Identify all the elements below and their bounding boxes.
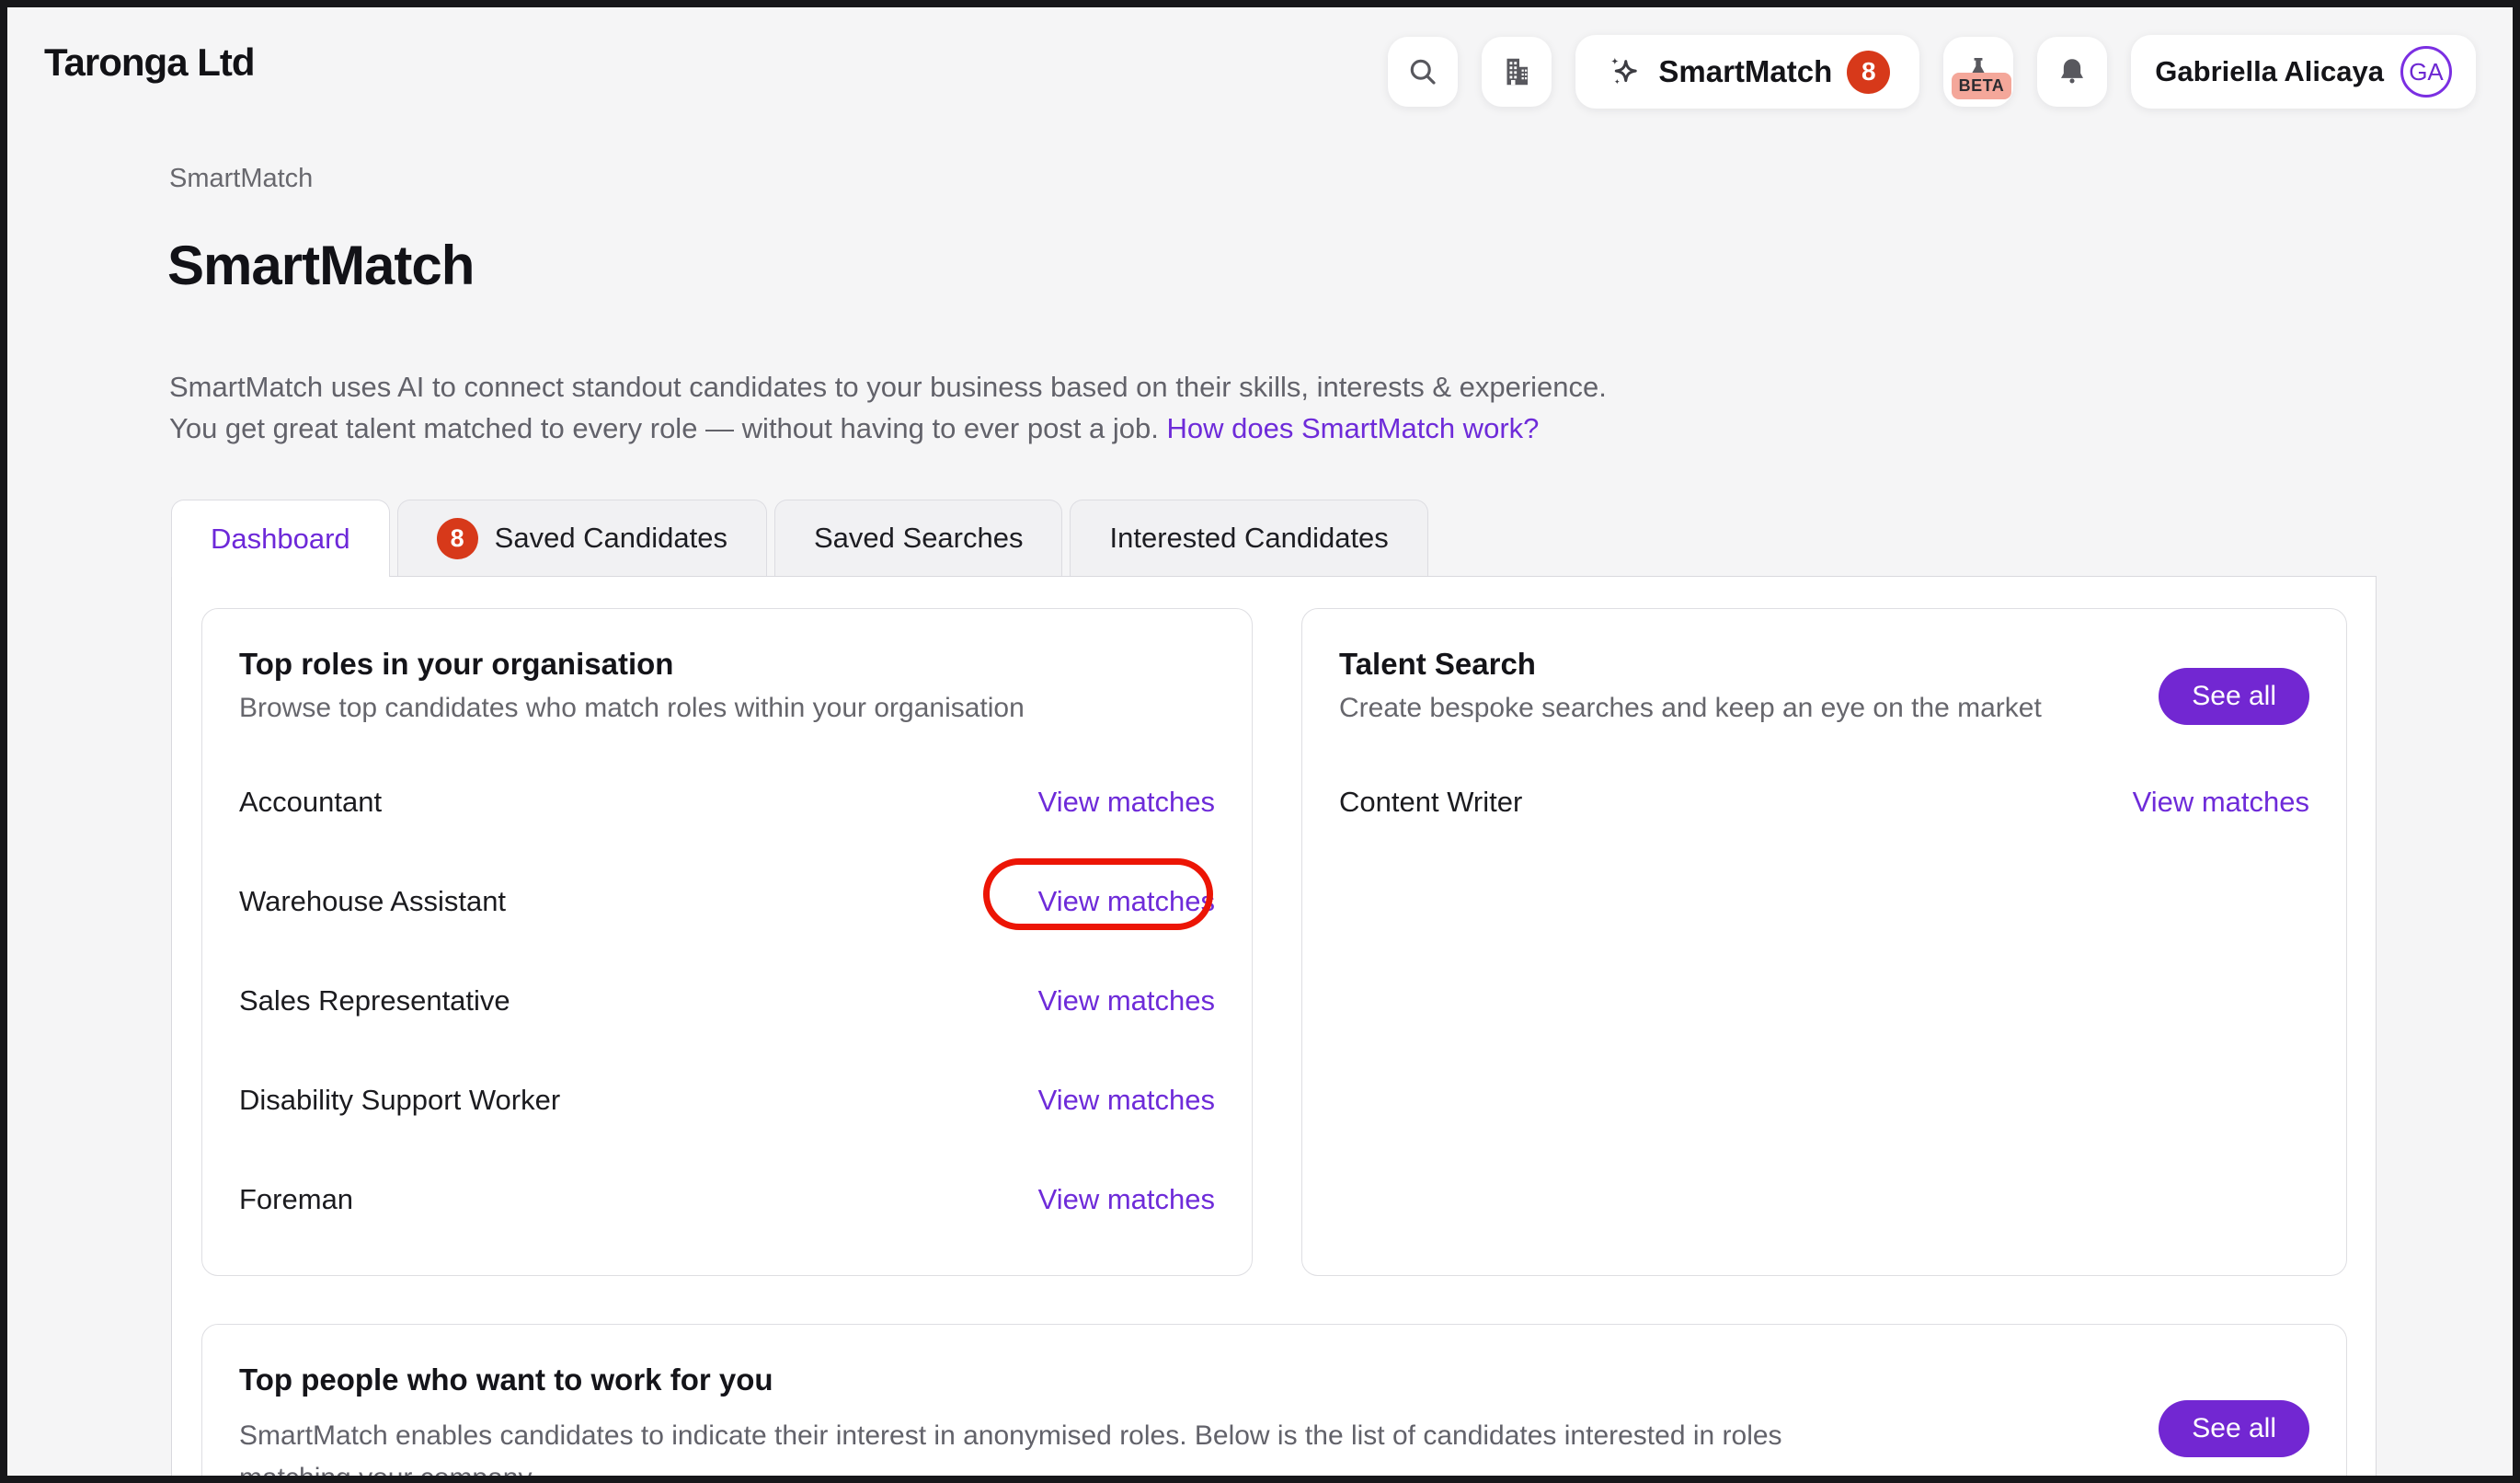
saved-candidates-count-badge: 8 — [437, 518, 478, 559]
role-row: Sales Representative View matches — [239, 966, 1215, 1036]
tab-dashboard-label: Dashboard — [211, 523, 350, 556]
top-roles-subtitle: Browse top candidates who match roles wi… — [239, 690, 1215, 727]
search-row: Content Writer View matches — [1339, 767, 2309, 837]
role-name: Accountant — [239, 786, 382, 819]
interested-candidates-title: Top people who want to work for you — [239, 1362, 2309, 1398]
interested-candidates-card: Top people who want to work for you Smar… — [201, 1324, 2347, 1483]
talent-search-title: Talent Search — [1339, 646, 2309, 683]
view-matches-link-disability-support-worker[interactable]: View matches — [1038, 1084, 1215, 1117]
tab-interested-candidates[interactable]: Interested Candidates — [1070, 500, 1427, 576]
notifications-button[interactable] — [2037, 37, 2107, 107]
page-description-line2: You get great talent matched to every ro… — [169, 412, 1159, 444]
smartmatch-nav-label: SmartMatch — [1658, 54, 1832, 89]
tab-dashboard[interactable]: Dashboard — [171, 500, 390, 577]
talent-search-card: Talent Search Create bespoke searches an… — [1301, 608, 2347, 1276]
view-matches-link-sales-representative[interactable]: View matches — [1038, 984, 1215, 1017]
company-logo: Taronga Ltd — [44, 40, 255, 85]
building-icon — [1500, 55, 1533, 88]
organisation-button[interactable] — [1482, 37, 1552, 107]
interested-candidates-description: SmartMatch enables candidates to indicat… — [239, 1415, 1885, 1483]
bell-icon — [2056, 55, 2089, 88]
labs-beta-button[interactable]: BETA — [1943, 37, 2013, 107]
view-matches-link-foreman[interactable]: View matches — [1038, 1183, 1215, 1216]
tab-bar: Dashboard 8 Saved Candidates Saved Searc… — [171, 500, 1428, 576]
talent-search-see-all-button[interactable]: See all — [2159, 668, 2309, 725]
search-button[interactable] — [1388, 37, 1458, 107]
user-menu-button[interactable]: Gabriella Alicaya GA — [2131, 35, 2476, 109]
view-matches-link-content-writer[interactable]: View matches — [2133, 786, 2309, 819]
role-name: Foreman — [239, 1183, 353, 1216]
app-window: Taronga Ltd — [0, 0, 2520, 1483]
how-it-works-link[interactable]: How does SmartMatch work? — [1167, 412, 1540, 444]
sparkles-icon — [1605, 52, 1644, 91]
role-name: Warehouse Assistant — [239, 885, 506, 918]
search-name: Content Writer — [1339, 786, 1522, 819]
tab-saved-candidates-label: Saved Candidates — [495, 522, 727, 555]
smartmatch-count-badge: 8 — [1847, 51, 1890, 94]
interested-see-all-button[interactable]: See all — [2159, 1400, 2309, 1457]
breadcrumb[interactable]: SmartMatch — [169, 164, 313, 194]
top-roles-list: Accountant View matches Warehouse Assist… — [239, 767, 1215, 1235]
role-name: Sales Representative — [239, 984, 510, 1017]
role-row: Accountant View matches — [239, 767, 1215, 837]
role-name: Disability Support Worker — [239, 1084, 560, 1117]
dashboard-panel: Top roles in your organisation Browse to… — [171, 576, 2377, 1483]
smartmatch-nav-button[interactable]: SmartMatch 8 — [1575, 35, 1919, 109]
search-icon — [1406, 55, 1439, 88]
top-roles-title: Top roles in your organisation — [239, 646, 1215, 683]
topbar-actions: SmartMatch 8 BETA Gabriella Alicaya GA — [1388, 35, 2476, 109]
beta-badge: BETA — [1952, 73, 2012, 99]
role-row: Warehouse Assistant View matches — [239, 867, 1215, 937]
page-description-line1: SmartMatch uses AI to connect standout c… — [169, 371, 1607, 403]
tab-interested-candidates-label: Interested Candidates — [1109, 522, 1388, 555]
avatar: GA — [2400, 46, 2452, 98]
role-row: Disability Support Worker View matches — [239, 1065, 1215, 1135]
page-description: SmartMatch uses AI to connect standout c… — [169, 366, 1607, 449]
tab-saved-searches[interactable]: Saved Searches — [774, 500, 1062, 576]
tab-saved-candidates[interactable]: 8 Saved Candidates — [397, 500, 767, 576]
tab-saved-searches-label: Saved Searches — [814, 522, 1023, 555]
talent-search-list: Content Writer View matches — [1339, 767, 2309, 837]
role-row: Foreman View matches — [239, 1165, 1215, 1235]
view-matches-link-warehouse-assistant[interactable]: View matches — [1038, 885, 1215, 918]
page-title: SmartMatch — [167, 234, 474, 297]
view-matches-link-accountant[interactable]: View matches — [1038, 786, 1215, 819]
top-roles-card: Top roles in your organisation Browse to… — [201, 608, 1253, 1276]
user-name: Gabriella Alicaya — [2155, 55, 2384, 88]
